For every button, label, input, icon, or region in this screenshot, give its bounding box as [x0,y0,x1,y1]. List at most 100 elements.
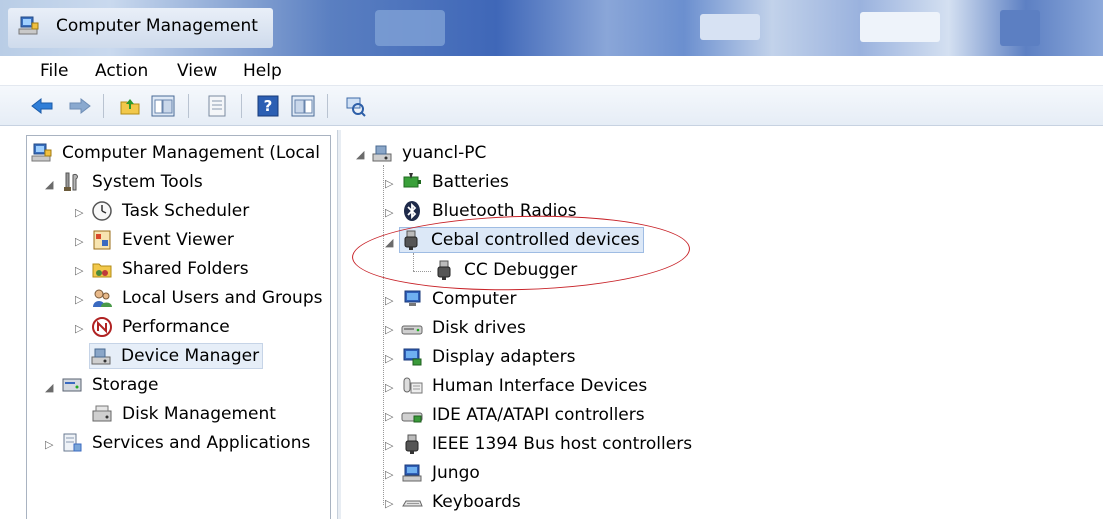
device-category-ide[interactable]: IDE ATA/ATAPI controllers [401,402,648,428]
window-title: Computer Management [56,16,258,36]
monitor-icon [404,290,421,306]
device-category-bluetooth[interactable]: Bluetooth Radios [401,198,580,224]
expand-arrow-icon[interactable]: ▷ [45,438,53,451]
expand-arrow-icon[interactable]: ▷ [385,381,393,394]
device-category-disk-drives[interactable]: Disk drives [401,315,529,341]
expand-arrow-icon[interactable]: ▷ [75,322,83,335]
device-tree-label: Computer [432,289,517,309]
tree-node-label: Disk Management [122,404,276,424]
background-blur [375,10,445,46]
help-button[interactable]: ? [256,94,280,118]
device-tree-label: Bluetooth Radios [432,201,577,221]
toolbar: ? [0,86,1103,126]
tree-node-label: Shared Folders [122,259,249,279]
device-category-batteries[interactable]: Batteries [401,169,512,195]
computer-management-icon [31,143,52,162]
expand-arrow-icon[interactable]: ▷ [385,468,393,481]
expand-arrow-icon[interactable]: ▷ [385,323,393,336]
event-viewer-icon [93,230,111,250]
computer-icon [372,145,392,162]
menu-view[interactable]: View [177,61,217,81]
svg-text:?: ? [264,97,273,115]
hid-icon [403,377,423,394]
tree-node-performance[interactable]: Performance [91,314,233,340]
device-tree-label: CC Debugger [464,260,578,280]
tree-node-label: Local Users and Groups [122,288,323,308]
expand-arrow-icon[interactable]: ▷ [385,206,393,219]
menu-help[interactable]: Help [243,61,282,81]
device-tree-label: Keyboards [432,492,521,512]
show-hide-console-tree-button[interactable] [151,94,175,118]
device-category-ieee1394[interactable]: IEEE 1394 Bus host controllers [401,431,695,457]
scan-hardware-button[interactable] [343,94,367,118]
tree-node-shared-folders[interactable]: Shared Folders [91,256,252,282]
forward-button[interactable] [68,94,92,118]
usb-plug-icon [405,434,419,454]
device-category-computer[interactable]: Computer [401,286,520,312]
tree-node-task-scheduler[interactable]: Task Scheduler [91,198,252,224]
expand-arrow-icon[interactable]: ▷ [385,497,393,510]
expand-arrow-icon[interactable]: ▷ [385,410,393,423]
device-cc-debugger[interactable]: CC Debugger [433,257,580,283]
device-tree-label: Display adapters [432,347,576,367]
background-blur [860,12,940,42]
tree-node-disk-management[interactable]: Disk Management [91,401,279,427]
usb-plug-icon [404,230,418,250]
collapse-arrow-icon[interactable]: ◢ [45,178,53,191]
expand-arrow-icon[interactable]: ▷ [385,177,393,190]
background-blur [1000,10,1040,46]
expand-arrow-icon[interactable]: ▷ [75,264,83,277]
tree-node-system-tools[interactable]: System Tools [61,169,206,195]
collapse-arrow-icon[interactable]: ◢ [356,148,364,161]
properties-icon [208,95,226,117]
forward-icon [69,97,91,115]
collapse-arrow-icon[interactable]: ◢ [45,381,53,394]
tree-node-label: Storage [92,375,159,395]
menu-file[interactable]: File [40,61,68,81]
device-tree-label: Jungo [432,463,480,483]
jungo-icon [402,464,422,482]
tree-node-event-viewer[interactable]: Event Viewer [91,227,237,253]
device-tree-root[interactable]: yuancl-PC [371,140,489,166]
clock-icon [92,201,112,221]
device-category-cebal[interactable]: Cebal controlled devices [399,227,644,253]
system-tools-icon [64,172,78,191]
show-hide-action-pane-button[interactable] [291,94,315,118]
computer-management-icon [18,16,39,35]
expand-arrow-icon[interactable]: ▷ [75,206,83,219]
expand-arrow-icon[interactable]: ▷ [75,293,83,306]
menu-action[interactable]: Action [95,61,148,81]
expand-arrow-icon[interactable]: ▷ [385,439,393,452]
bluetooth-icon [404,201,420,221]
tree-guide-line [383,165,384,505]
expand-arrow-icon[interactable]: ▷ [75,235,83,248]
tree-node-computer-management[interactable]: Computer Management (Local [31,140,323,166]
tree-node-label: Performance [122,317,230,337]
tree-node-label: Services and Applications [92,433,311,453]
device-tree-label: IDE ATA/ATAPI controllers [432,405,645,425]
usb-plug-icon [437,260,451,280]
console-tree-pane[interactable]: Computer Management (Local ◢ System Tool… [26,135,331,519]
device-category-keyboards[interactable]: Keyboards [401,489,524,515]
properties-button[interactable] [205,94,229,118]
up-one-level-button[interactable] [118,94,142,118]
tree-node-device-manager[interactable]: Device Manager [89,343,264,369]
toolbar-separator [188,94,189,118]
battery-icon [403,173,421,188]
expand-arrow-icon[interactable]: ▷ [385,294,393,307]
tree-guide-line [413,271,431,272]
device-tree-pane[interactable]: ◢ yuancl-PC ▷ Batteries ▷ Bluetooth Radi… [341,135,1103,519]
expand-arrow-icon[interactable]: ▷ [385,352,393,365]
tree-node-storage[interactable]: Storage [61,372,162,398]
device-manager-icon [91,348,111,365]
back-button[interactable] [30,94,54,118]
tree-node-local-users-groups[interactable]: Local Users and Groups [91,285,325,311]
device-category-display-adapters[interactable]: Display adapters [401,344,578,370]
device-category-hid[interactable]: Human Interface Devices [401,373,650,399]
show-hide-action-pane-icon [291,95,315,117]
collapse-arrow-icon[interactable]: ◢ [385,236,393,249]
device-category-jungo[interactable]: Jungo [401,460,483,486]
users-icon [93,289,112,307]
tree-guide-line [413,253,414,271]
tree-node-services-applications[interactable]: Services and Applications [61,430,313,456]
